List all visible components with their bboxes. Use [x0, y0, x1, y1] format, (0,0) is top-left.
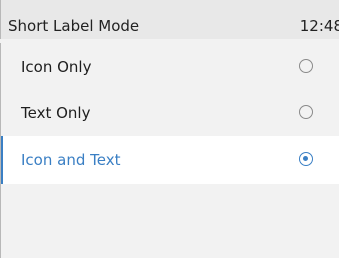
option-icon-and-text[interactable]: Icon and Text — [1, 136, 339, 184]
radio-selected-icon[interactable] — [299, 152, 313, 166]
option-text-only[interactable]: Text Only — [1, 89, 339, 137]
options-list: Icon Only Text Only Icon and Text — [0, 43, 339, 258]
radio-dot — [303, 156, 308, 161]
status-bar: Short Label Mode 12:48 — [0, 0, 339, 39]
page-title: Short Label Mode — [8, 17, 140, 35]
option-label: Icon Only — [21, 58, 92, 76]
option-label: Text Only — [21, 104, 91, 122]
option-label: Icon and Text — [21, 151, 121, 169]
option-icon-only[interactable]: Icon Only — [1, 43, 339, 91]
radio-unselected-icon[interactable] — [299, 105, 313, 119]
radio-unselected-icon[interactable] — [299, 59, 313, 73]
status-time: 12:48 — [299, 17, 339, 35]
